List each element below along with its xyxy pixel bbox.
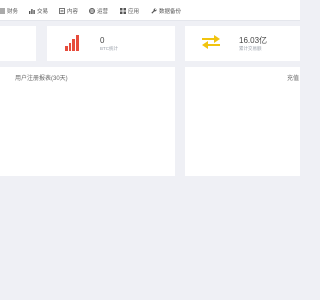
nav-label-apps: 应用	[128, 8, 140, 15]
panel-title-recharge: 充值	[287, 76, 300, 82]
nav-item-operations[interactable]: 运营	[89, 0, 108, 21]
nav-item-apps[interactable]: 应用	[120, 0, 139, 21]
nav-label-trade: 交易	[37, 8, 49, 15]
document-icon	[59, 7, 65, 14]
stat-card-partial	[0, 26, 36, 61]
panel-title-registration: 用户注册报表(30天)	[15, 76, 68, 82]
stat-card-btc: 0 BTC统计	[47, 26, 175, 61]
nav-label-operations: 运营	[97, 8, 109, 15]
wrench-icon	[151, 7, 157, 14]
total-trade-value: 16.03亿	[239, 36, 268, 45]
nav-item-content[interactable]: 内容	[59, 0, 78, 21]
top-navigation-bar: 财务 交易 内容 运营 应用 数据备份	[0, 0, 300, 21]
btc-value: 0	[100, 36, 105, 45]
nav-label-finance: 财务	[7, 8, 19, 15]
list-icon	[0, 8, 5, 14]
total-trade-label: 累计交易额	[239, 46, 262, 51]
btc-label: BTC统计	[100, 46, 118, 51]
recharge-panel: 充值	[185, 67, 300, 176]
nav-label-content: 内容	[67, 8, 79, 15]
signal-bars-icon	[65, 35, 79, 51]
bar-chart-icon	[29, 8, 35, 14]
nav-label-backup: 数据备份	[159, 8, 182, 15]
nav-item-finance[interactable]: 财务	[0, 0, 18, 21]
grid-icon	[120, 7, 126, 14]
nav-item-trade[interactable]: 交易	[29, 0, 48, 21]
exchange-arrows-icon	[202, 35, 220, 54]
globe-icon	[89, 7, 95, 14]
stat-card-total-trade: 16.03亿 累计交易额	[185, 26, 300, 61]
nav-item-backup[interactable]: 数据备份	[151, 0, 181, 21]
user-registration-panel: 用户注册报表(30天)	[0, 67, 175, 176]
